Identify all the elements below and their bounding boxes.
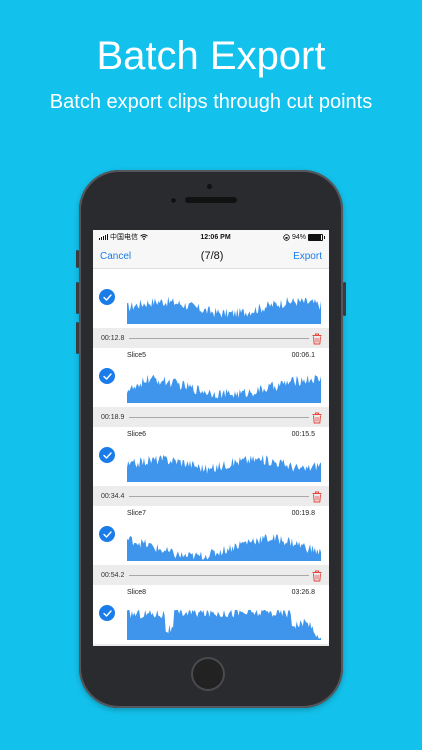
phone-frame: 中国电信 12:06 PM 94% Cancel (7/8) Export 00…: [76, 170, 346, 708]
nav-title: (7/8): [200, 250, 224, 262]
cut-point: 00:34.4: [93, 486, 329, 506]
slice-row[interactable]: [93, 269, 329, 328]
slice-list: 00:12.8 Slice5 00:06.1 00:18.9 Slice6 00:15.5…: [93, 269, 329, 646]
status-time: 12:06 PM: [200, 233, 231, 241]
slice-name: Slice5: [127, 352, 147, 359]
promo-subtitle: Batch export clips through cut points: [49, 91, 373, 113]
slice-row[interactable]: Slice6 00:15.5: [93, 427, 329, 486]
promo-title: Batch Export: [96, 34, 326, 78]
front-camera: [170, 197, 177, 204]
status-bar: 中国电信 12:06 PM 94%: [93, 230, 329, 244]
orientation-lock-icon: [283, 233, 290, 241]
export-button[interactable]: Export: [293, 251, 322, 262]
waveform: [127, 534, 321, 561]
cut-point: 00:54.2: [93, 565, 329, 585]
waveform: [127, 374, 321, 403]
slice-row[interactable]: Slice8 03:26.8: [93, 585, 329, 644]
phone-screen: 中国电信 12:06 PM 94% Cancel (7/8) Export 00…: [93, 230, 329, 646]
battery-icon: [308, 233, 325, 241]
cut-time: 00:34.4: [101, 492, 125, 500]
home-button: [191, 657, 225, 691]
waveform: [127, 610, 321, 640]
cut-point: 00:18.9: [93, 407, 329, 427]
earpiece: [185, 197, 237, 203]
nav-bar: Cancel (7/8) Export: [93, 244, 329, 269]
waveform: [127, 454, 321, 482]
cut-line: [129, 496, 309, 497]
power-button: [343, 282, 346, 316]
waveform-shape: [127, 296, 321, 324]
signal-icon: [99, 234, 108, 240]
checkmark-icon[interactable]: [99, 368, 115, 384]
carrier-label: 中国电信: [110, 234, 138, 241]
checkmark-icon[interactable]: [99, 447, 115, 463]
slice-duration: 00:19.8: [291, 510, 315, 517]
cut-point: 00:12.8: [93, 328, 329, 348]
checkmark-icon[interactable]: [99, 289, 115, 305]
checkmark-icon[interactable]: [99, 526, 115, 542]
slice-name: Slice6: [127, 431, 147, 438]
slice-duration: 03:26.8: [291, 589, 315, 596]
cut-time: 00:12.8: [101, 334, 125, 342]
slice-row[interactable]: Slice7 00:19.8: [93, 506, 329, 565]
proximity-sensor: [207, 184, 212, 189]
slice-duration: 00:06.1: [291, 352, 315, 359]
volume-down-button: [76, 322, 79, 354]
cut-line: [129, 575, 309, 576]
slice-name: Slice8: [127, 589, 147, 596]
waveform-shape: [127, 610, 321, 640]
waveform-shape: [127, 374, 321, 403]
cut-line: [129, 338, 309, 339]
volume-up-button: [76, 282, 79, 314]
battery-percent: 94%: [291, 233, 306, 241]
cut-line: [129, 417, 309, 418]
cut-time: 00:54.2: [101, 571, 125, 579]
mute-switch: [76, 250, 79, 268]
waveform-shape: [127, 534, 321, 561]
cut-time: 00:18.9: [101, 413, 125, 421]
wifi-icon: [140, 234, 148, 240]
slice-row[interactable]: Slice5 00:06.1: [93, 348, 329, 407]
waveform: [127, 296, 321, 324]
waveform-shape: [127, 454, 321, 482]
checkmark-icon[interactable]: [99, 605, 115, 621]
cut-point: 04:21.0: [93, 644, 329, 646]
cancel-button[interactable]: Cancel: [100, 251, 131, 262]
slice-name: Slice7: [127, 510, 147, 517]
slice-duration: 00:15.5: [291, 431, 315, 438]
